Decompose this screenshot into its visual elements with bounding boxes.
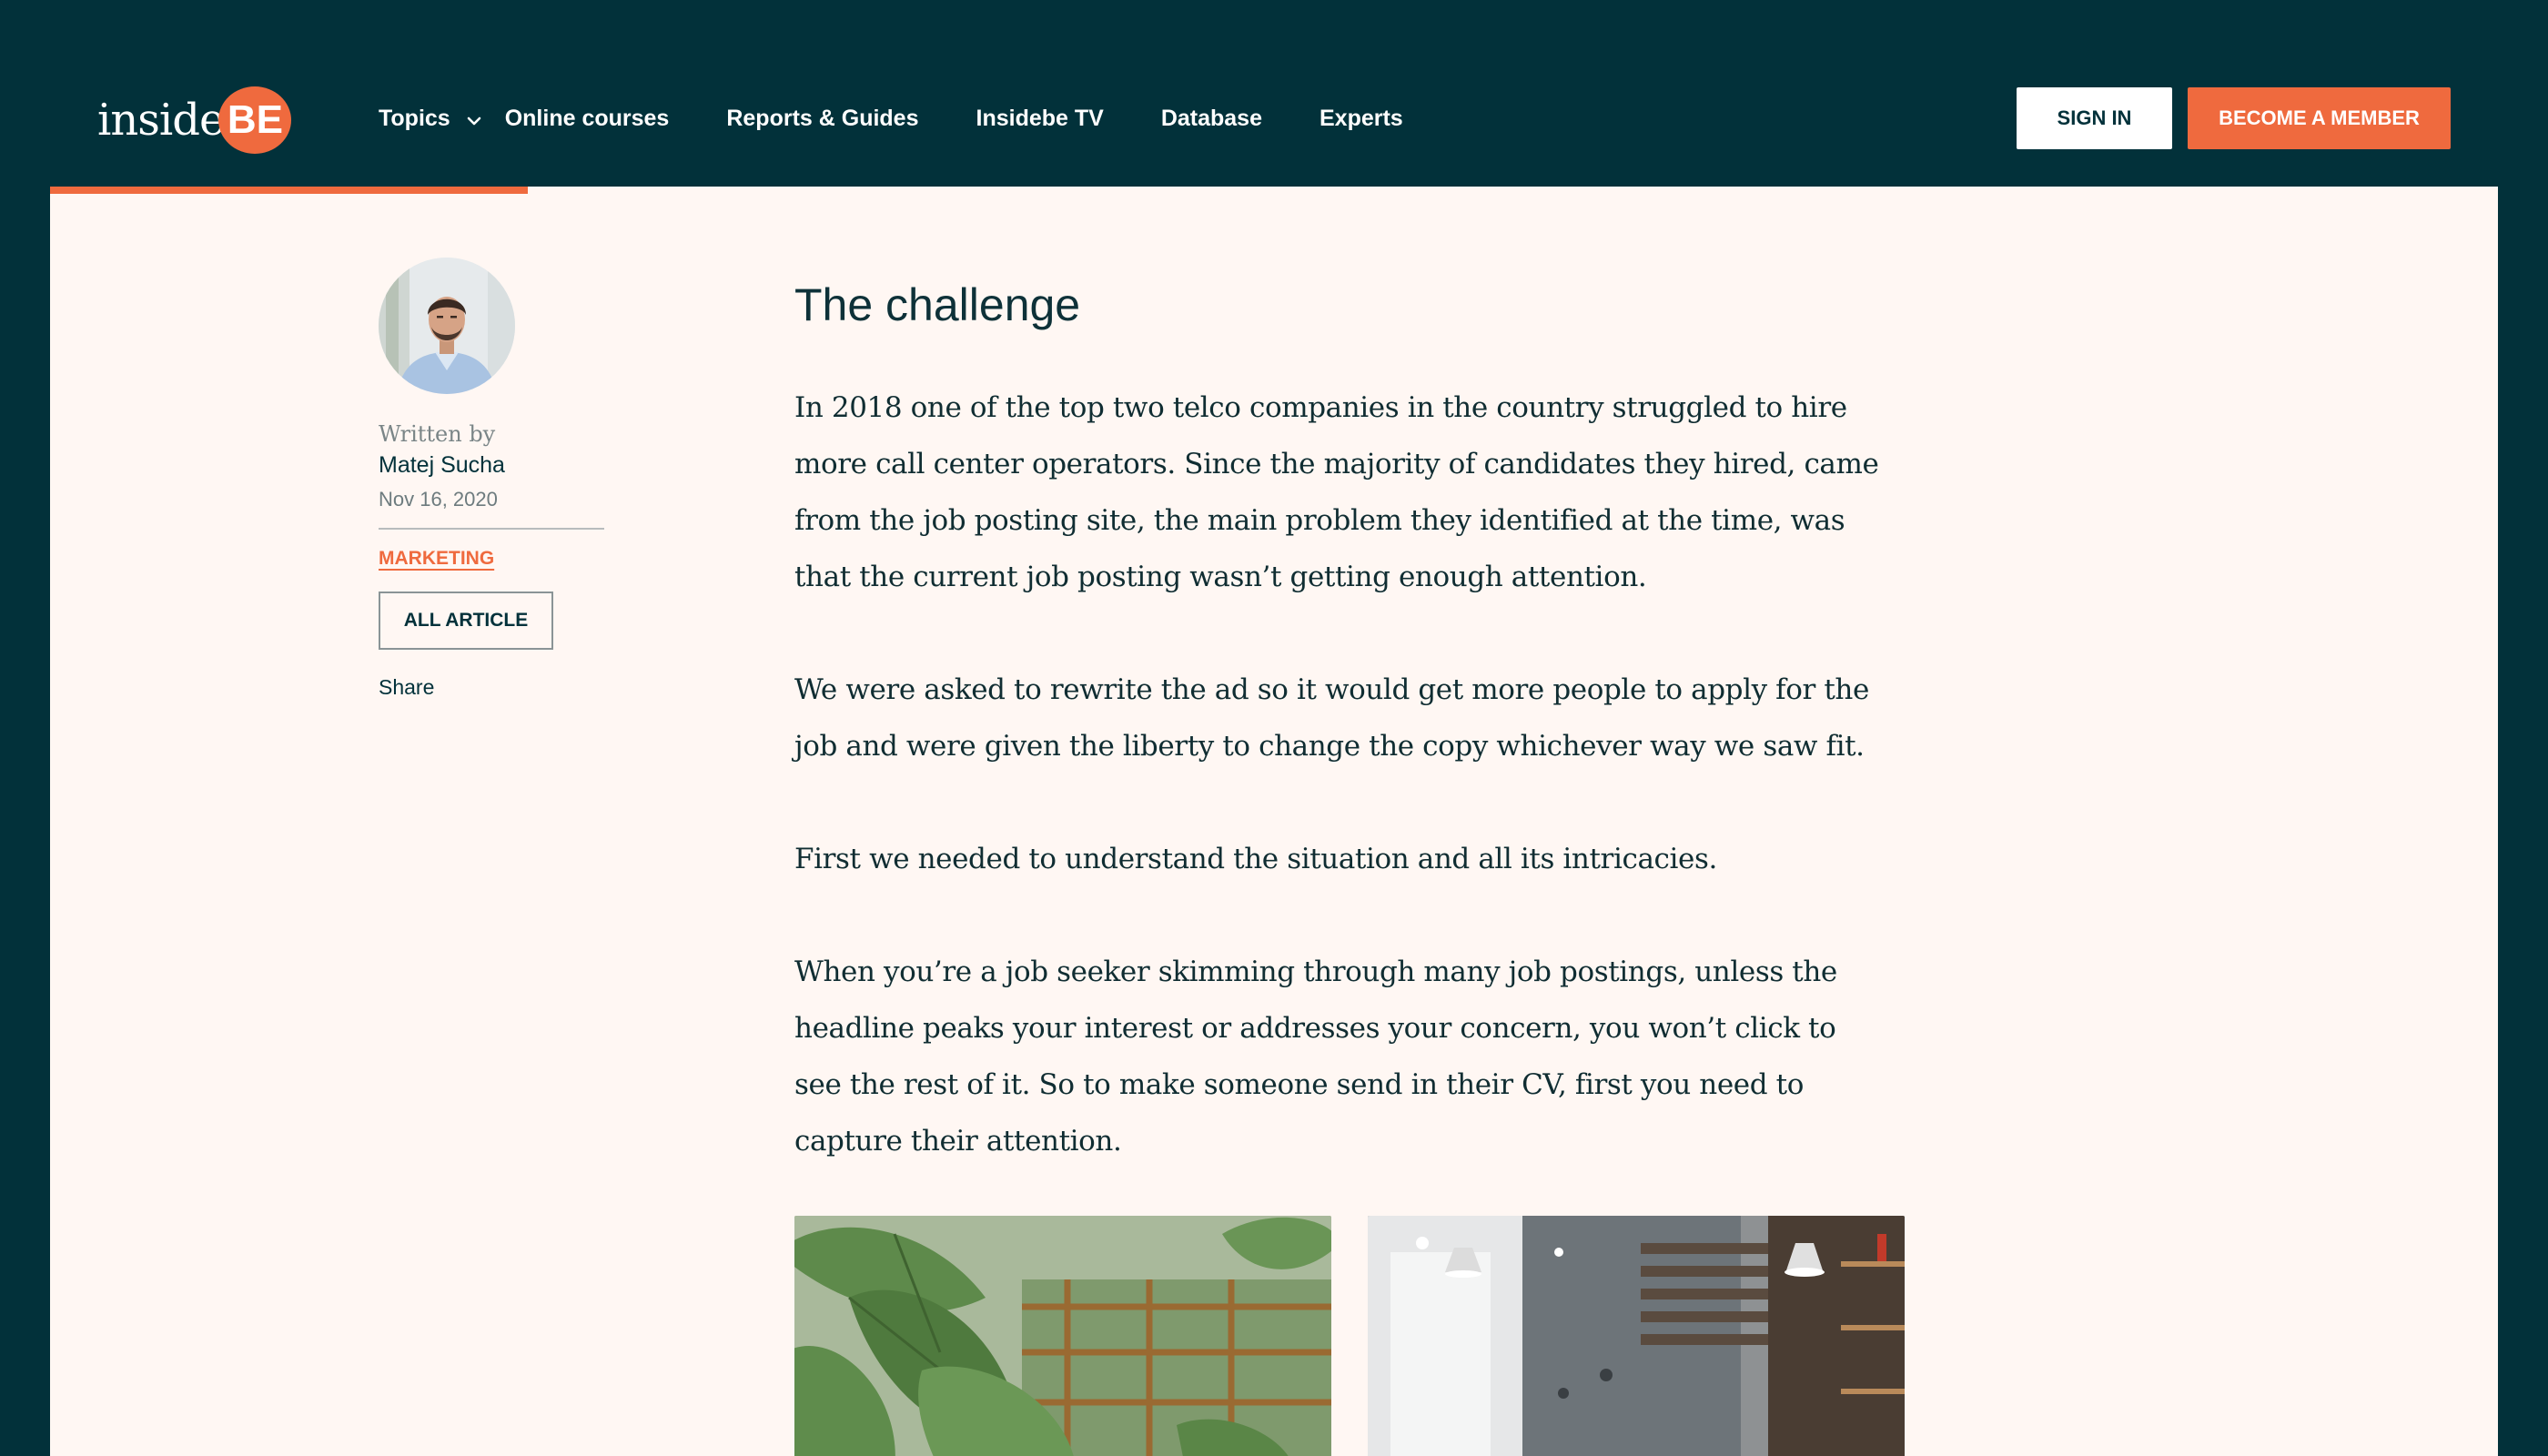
publish-date: Nov 16, 2020 <box>379 488 498 511</box>
article-paragraph: When you’re a job seeker skimming throug… <box>794 956 1837 1158</box>
section-heading: The challenge <box>794 279 1081 330</box>
article-body: The challenge In 2018 one of the top two… <box>794 278 1886 1169</box>
office-interior-image <box>1368 1216 1905 1456</box>
nav-item-label: Online courses <box>504 105 670 131</box>
share-link[interactable]: Share <box>379 675 606 700</box>
sidebar-divider <box>379 528 604 530</box>
plant-illustration-image <box>794 1216 1331 1456</box>
nav-item-insidebe-tv[interactable]: Insidebe TV <box>976 106 1104 132</box>
nav-item-database[interactable]: Database <box>1161 106 1262 132</box>
nav-item-reports-guides[interactable]: Reports & Guides <box>726 106 918 132</box>
logo-wordmark: inside <box>97 95 225 146</box>
nav-item-label: Experts <box>1319 105 1403 131</box>
become-member-button[interactable]: BECOME A MEMBER <box>2188 87 2451 149</box>
nav-item-topics[interactable]: Topics <box>379 106 481 132</box>
reading-progress-bar <box>50 187 2498 194</box>
nav-item-label: Database <box>1160 105 1262 131</box>
written-by-label: Written by <box>379 421 496 447</box>
main-nav: Topics Online courses Reports & Guides I… <box>379 50 1461 187</box>
reading-progress-fill <box>50 187 528 194</box>
chevron-down-icon <box>467 106 481 132</box>
page-frame: inside BE Topics Online courses Reports … <box>50 50 2498 1456</box>
nav-item-label: Topics <box>379 105 450 131</box>
article-paragraph: In 2018 one of the top two telco compani… <box>794 391 1879 593</box>
top-navigation-bar: inside BE Topics Online courses Reports … <box>50 50 2498 187</box>
nav-item-online-courses[interactable]: Online courses <box>505 106 670 132</box>
insidebe-logo[interactable]: inside BE <box>97 85 292 156</box>
author-avatar <box>379 258 515 394</box>
author-sidebar: Written by Matej Sucha Nov 16, 2020 MARK… <box>379 258 606 700</box>
article-paragraph: First we needed to understand the situat… <box>794 843 1717 875</box>
sign-in-button[interactable]: SIGN IN <box>2017 87 2172 149</box>
logo-badge: BE <box>218 86 292 154</box>
nav-item-label: Insidebe TV <box>976 105 1104 131</box>
category-link[interactable]: MARKETING <box>379 548 494 570</box>
author-name[interactable]: Matej Sucha <box>379 452 606 479</box>
nav-item-label: Reports & Guides <box>726 105 919 131</box>
article-image-row <box>794 1216 1905 1456</box>
article-paragraph: We were asked to rewrite the ad so it wo… <box>794 673 1869 763</box>
all-articles-button[interactable]: ALL ARTICLE <box>379 592 553 650</box>
nav-item-experts[interactable]: Experts <box>1320 106 1403 132</box>
